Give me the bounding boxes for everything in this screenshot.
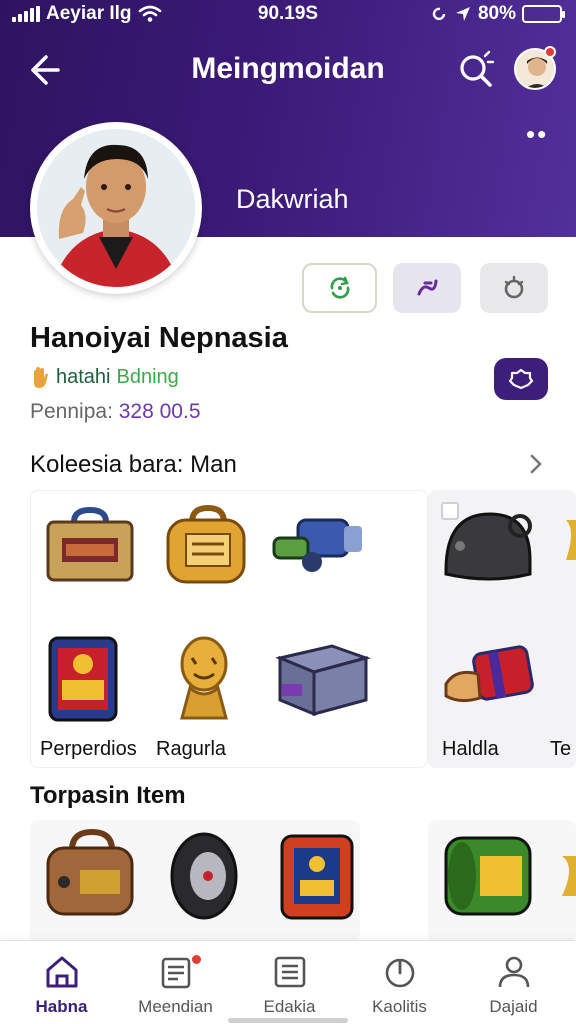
status-word-2: Bdning <box>116 366 179 388</box>
item-label-2: Ragurla <box>156 738 227 760</box>
collection-title: Koleesia bara: Man <box>30 451 237 478</box>
header-display-name: Dakwriah <box>236 184 349 214</box>
bag-item-icon[interactable] <box>40 826 140 926</box>
alarm-icon <box>432 7 446 21</box>
nav-home-label: Habna <box>35 997 88 1016</box>
helmet-item-icon[interactable] <box>440 500 540 600</box>
home-indicator <box>228 1018 348 1023</box>
gauntlet-item-icon[interactable] <box>440 628 540 728</box>
hand-icon <box>34 366 48 388</box>
nav-list[interactable]: Edakia <box>232 941 347 1024</box>
points-row: Pennipa: 328 00.5 <box>30 400 201 424</box>
user-status: hatahi Bdning <box>30 366 179 389</box>
points-label: Pennipa: <box>30 400 113 423</box>
link-icon <box>417 279 438 296</box>
status-bar: Aeyiar Ilg 90.19S 80% <box>0 0 576 30</box>
trophy-item-icon[interactable] <box>156 628 256 728</box>
suitcase-item-icon[interactable] <box>40 500 140 600</box>
armor-box-item-icon[interactable] <box>272 826 372 926</box>
refresh-button[interactable] <box>302 263 377 313</box>
bottom-navigation: Habna Meendian Edakia Kaolitis Dajaid <box>0 940 576 1024</box>
item-label-3: Haldla <box>442 738 499 760</box>
nav-power[interactable]: Kaolitis <box>342 941 457 1024</box>
tire-item-icon[interactable] <box>156 826 256 926</box>
more-options-icon[interactable]: •• <box>526 121 548 147</box>
item-label-4: Te <box>550 738 572 760</box>
status-word-1: hatahi <box>56 366 111 388</box>
back-arrow-icon[interactable] <box>24 50 64 90</box>
partial-item-icon-2[interactable] <box>548 826 576 926</box>
profile-screen: Aeyiar Ilg 90.19S 80% Meingmoidan •• Dak… <box>0 0 576 1024</box>
location-icon <box>455 7 470 21</box>
list-icon <box>274 956 306 988</box>
cargo-crate-item-icon[interactable] <box>440 826 540 926</box>
golden-case-item-icon[interactable] <box>156 500 256 600</box>
person-icon <box>498 956 530 988</box>
profile-avatar[interactable] <box>30 122 202 294</box>
nav-inbox-label: Meendian <box>138 997 213 1016</box>
battery-icon <box>522 5 565 23</box>
gear-icon <box>504 275 524 299</box>
partial-item-icon[interactable] <box>548 500 576 600</box>
power-icon <box>385 958 415 988</box>
page-title: Meingmoidan <box>191 52 385 85</box>
gear-chest-item-icon[interactable] <box>40 628 140 728</box>
edit-profile-button[interactable] <box>494 358 548 400</box>
chevron-right-icon[interactable] <box>522 450 550 478</box>
inbox-badge <box>190 953 203 966</box>
nav-inbox[interactable]: Meendian <box>118 941 233 1024</box>
badge-icon <box>508 368 534 390</box>
crate-item-icon[interactable] <box>272 628 372 728</box>
item-label-1: Perperdios <box>40 738 137 760</box>
cannon-item-icon[interactable] <box>268 500 368 600</box>
user-name: Hanoiyai Nepnasia <box>30 322 288 354</box>
search-icon[interactable] <box>456 50 496 90</box>
nav-power-label: Kaolitis <box>372 997 427 1016</box>
nav-list-label: Edakia <box>263 997 316 1016</box>
share-button[interactable] <box>393 263 461 313</box>
top-items-title: Torpasin Item <box>30 782 186 809</box>
refresh-icon <box>330 276 349 299</box>
nav-profile[interactable]: Dajaid <box>456 941 571 1024</box>
points-value: 328 00.5 <box>118 400 201 423</box>
nav-home[interactable]: Habna <box>4 941 119 1024</box>
battery-percent: 80% <box>477 3 516 24</box>
settings-button[interactable] <box>480 263 548 313</box>
home-icon <box>46 956 78 988</box>
nav-profile-label: Dajaid <box>489 997 538 1016</box>
notification-badge <box>544 46 556 58</box>
profile-photo <box>37 129 195 287</box>
